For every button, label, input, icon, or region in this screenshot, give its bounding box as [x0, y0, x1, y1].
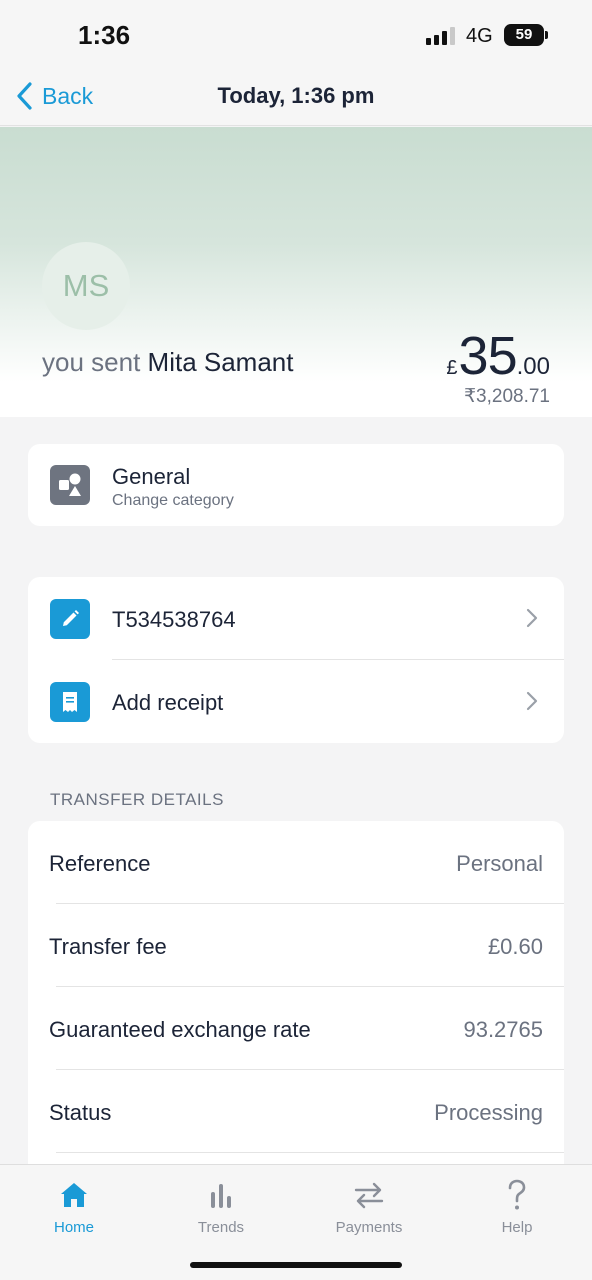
amount-currency: £: [446, 357, 458, 379]
amount-decimal: .00: [516, 353, 550, 380]
detail-row-transfer-fee: Transfer fee £0.60: [28, 904, 564, 987]
sent-line: you sent Mita Samant: [42, 347, 293, 378]
category-shapes-icon: [50, 465, 90, 505]
chevron-right-icon: [526, 691, 538, 711]
change-category-link[interactable]: Change category: [112, 492, 234, 510]
amount-local-currency: ₹3,208.71: [463, 386, 550, 407]
tab-trends[interactable]: Trends: [166, 1177, 276, 1239]
battery-tip: [545, 31, 548, 39]
tab-help[interactable]: Help: [462, 1177, 572, 1239]
detail-value: £0.60: [487, 934, 543, 959]
category-title: General: [112, 464, 191, 489]
detail-label: Transfer fee: [49, 934, 167, 959]
avatar: MS: [42, 242, 130, 330]
divider: [56, 1152, 564, 1153]
pencil-icon: [50, 599, 90, 639]
home-indicator: [190, 1262, 402, 1268]
page-title: Today, 1:36 pm: [217, 83, 375, 108]
add-receipt-label: Add receipt: [112, 690, 224, 715]
amount: £ 35 .00: [446, 325, 550, 387]
tab-label: Home: [53, 1219, 94, 1236]
transfer-details-card: Reference Personal Transfer fee £0.60 Gu…: [28, 821, 564, 1181]
receipt-icon: [50, 682, 90, 722]
detail-label: Status: [49, 1100, 112, 1125]
chevron-right-icon: [526, 608, 538, 628]
detail-value: 93.2765: [463, 1017, 543, 1042]
detail-row-exchange-rate: Guaranteed exchange rate 93.2765: [28, 987, 564, 1070]
recipient-name: Mita Samant: [147, 347, 294, 377]
tab-label: Help: [501, 1219, 533, 1236]
note-label: T534538764: [112, 607, 236, 632]
detail-row-reference: Reference Personal: [28, 821, 564, 904]
transfer-arrows-icon: [314, 1177, 424, 1213]
detail-label: Guaranteed exchange rate: [49, 1017, 311, 1042]
question-icon: [462, 1177, 572, 1213]
navigation-bar: Back Today, 1:36 pm: [0, 64, 592, 126]
actions-card: T534538764 Add receipt: [28, 577, 564, 743]
amount-main: 35: [458, 326, 518, 386]
detail-row-status: Status Processing: [28, 1070, 564, 1153]
sent-prefix: you sent: [42, 347, 141, 377]
battery-icon: 59: [504, 24, 544, 46]
detail-label: Reference: [49, 851, 151, 876]
home-icon: [19, 1177, 129, 1213]
tab-payments[interactable]: Payments: [314, 1177, 424, 1239]
status-time: 1:36: [78, 20, 131, 50]
transaction-header: MS you sent Mita Samant £ 35 .00 ₹3,208.…: [0, 127, 592, 417]
signal-icon: [426, 25, 458, 45]
status-bar: 1:36 4G 59: [0, 0, 592, 64]
category-card[interactable]: General Change category: [28, 444, 564, 526]
section-header-transfer-details: TRANSFER DETAILS: [50, 790, 224, 809]
tab-home[interactable]: Home: [19, 1177, 129, 1239]
status-value: Processing: [434, 1100, 543, 1125]
note-row[interactable]: T534538764: [28, 577, 564, 660]
tab-label: Trends: [197, 1219, 245, 1236]
add-receipt-row[interactable]: Add receipt: [28, 660, 564, 743]
bar-chart-icon: [166, 1177, 276, 1213]
detail-value: Personal: [456, 851, 543, 876]
network-type: 4G: [466, 25, 493, 47]
tab-label: Payments: [335, 1219, 403, 1236]
